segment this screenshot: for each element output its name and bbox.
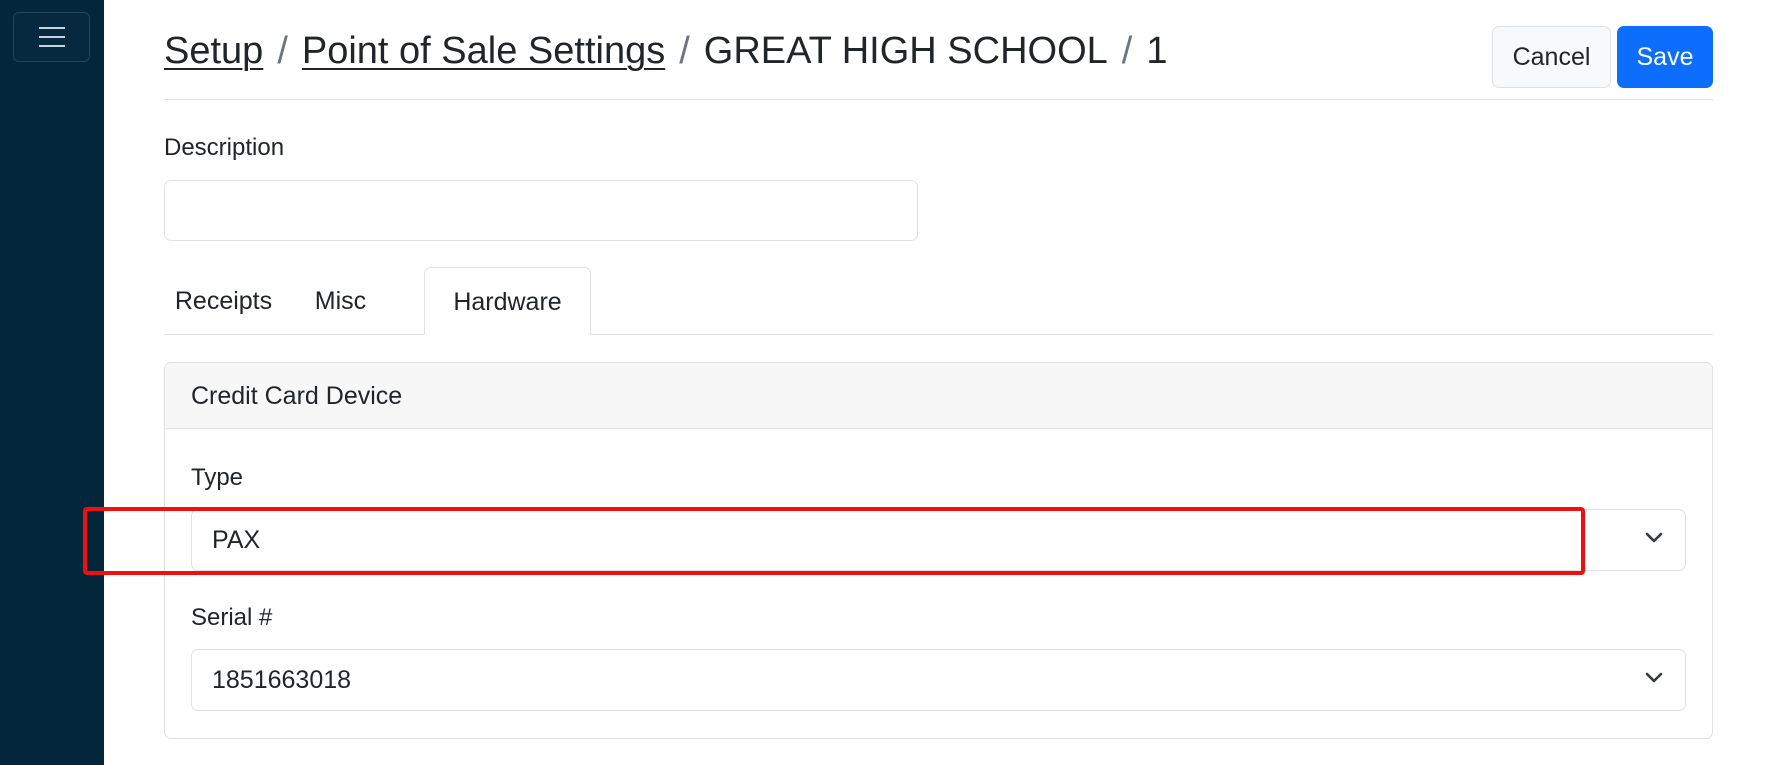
main-content: Setup / Point of Sale Settings / GREAT HIGH … bbox=[104, 0, 1773, 765]
tab-receipts[interactable]: Receipts bbox=[164, 267, 283, 335]
chevron-down-icon bbox=[1645, 672, 1663, 683]
breadcrumb-separator: / bbox=[277, 30, 288, 72]
tab-misc[interactable]: Misc bbox=[293, 267, 388, 335]
breadcrumb-record: 1 bbox=[1146, 30, 1168, 72]
save-button[interactable]: Save bbox=[1617, 26, 1713, 88]
breadcrumb-pos-settings-link[interactable]: Point of Sale Settings bbox=[302, 30, 665, 72]
type-select[interactable]: PAX bbox=[191, 509, 1686, 571]
breadcrumb: Setup / Point of Sale Settings / GREAT HIGH … bbox=[164, 27, 1167, 75]
serial-select-value: 1851663018 bbox=[212, 666, 352, 694]
breadcrumb-school: GREAT HIGH SCHOOL bbox=[703, 30, 1108, 72]
serial-select[interactable]: 1851663018 bbox=[191, 649, 1686, 711]
type-label: Type bbox=[191, 464, 244, 491]
credit-card-device-card: Credit Card Device Type PAX Serial # 185… bbox=[164, 362, 1713, 739]
cancel-button[interactable]: Cancel bbox=[1492, 26, 1611, 88]
breadcrumb-setup-link[interactable]: Setup bbox=[164, 30, 263, 72]
sidebar-toggle-button[interactable] bbox=[13, 12, 90, 62]
tabs-border bbox=[164, 334, 1713, 335]
chevron-down-icon bbox=[1645, 532, 1663, 543]
description-input[interactable] bbox=[164, 180, 918, 241]
header-divider bbox=[164, 99, 1713, 100]
card-header-title: Credit Card Device bbox=[165, 363, 1712, 429]
sidebar bbox=[0, 0, 104, 765]
breadcrumb-separator: / bbox=[1121, 30, 1133, 72]
breadcrumb-separator: / bbox=[679, 30, 690, 72]
serial-label: Serial # bbox=[191, 604, 273, 631]
type-select-value: PAX bbox=[212, 526, 261, 554]
tab-hardware[interactable]: Hardware bbox=[424, 267, 591, 335]
hamburger-menu-icon bbox=[39, 27, 65, 47]
description-label: Description bbox=[164, 134, 285, 161]
